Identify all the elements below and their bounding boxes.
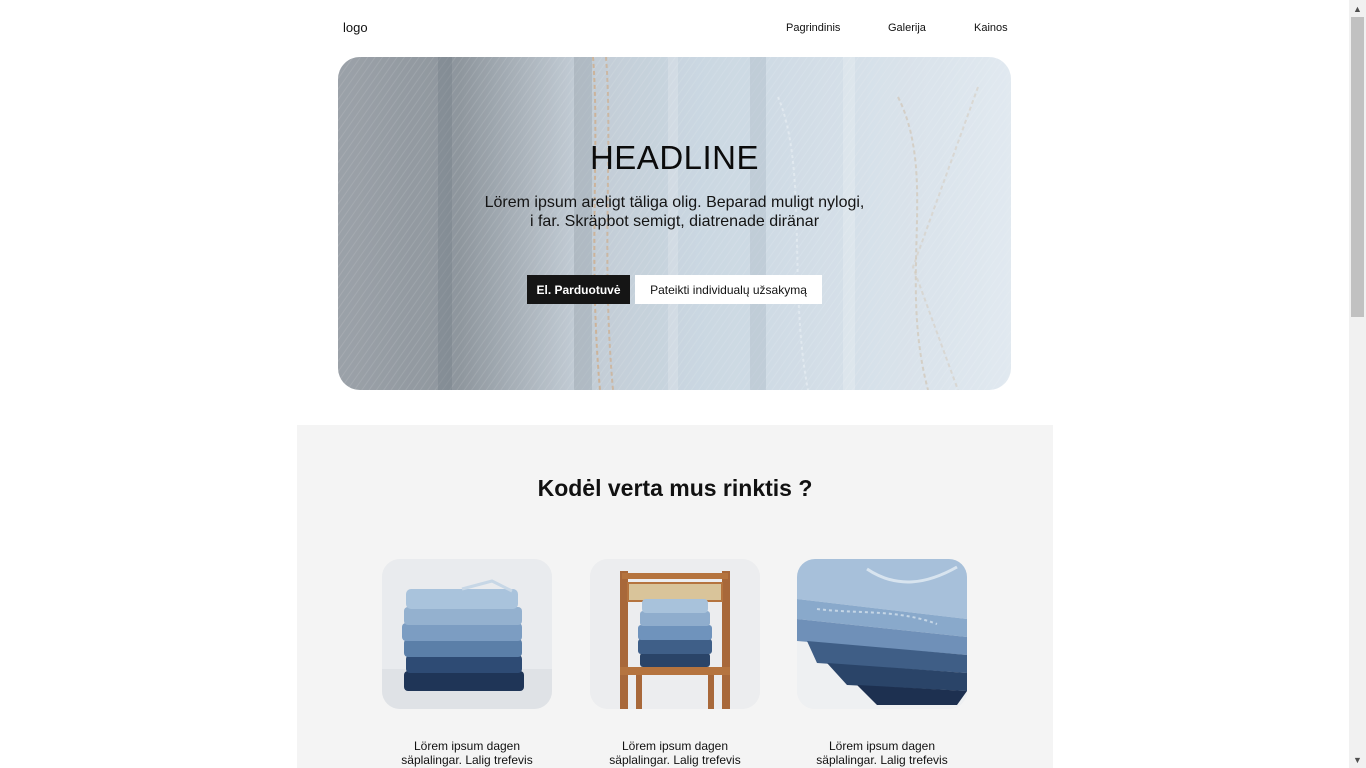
custom-order-button[interactable]: Pateikti individualų užsakymą — [635, 275, 822, 304]
feature-text-1: Lörem ipsum dagen säplalingar. Lalig tre… — [382, 739, 552, 767]
feature-text-2-line2: säplalingar. Lalig trefevis — [609, 753, 741, 767]
nav-link-home[interactable]: Pagrindinis — [786, 22, 840, 34]
site-header: logo Pagrindinis Galerija Kainos — [297, 0, 1053, 57]
section-title: Kodėl verta mus rinktis ? — [537, 475, 813, 501]
eshop-button[interactable]: El. Parduotuvė — [527, 275, 630, 304]
feature-text-3-line1: Lörem ipsum dagen — [828, 739, 936, 753]
scroll-down-arrow-icon[interactable]: ▼ — [1349, 751, 1366, 768]
feature-image-jeans-on-chair — [590, 559, 760, 709]
feature-text-2: Lörem ipsum dagen säplalingar. Lalig tre… — [590, 739, 760, 767]
scroll-up-arrow-icon[interactable]: ▲ — [1349, 0, 1366, 17]
hero-subtitle: Lörem ipsum areligt täliga olig. Beparad… — [484, 194, 865, 230]
feature-text-1-line1: Lörem ipsum dagen — [413, 739, 521, 753]
nav-link-prices[interactable]: Kainos — [974, 22, 1008, 34]
feature-text-2-line1: Lörem ipsum dagen — [621, 739, 729, 753]
feature-text-3-line2: säplalingar. Lalig trefevis — [816, 753, 948, 767]
feature-image-jeans-pile — [797, 559, 967, 709]
hero-banner: HEADLINE Lörem ipsum areligt täliga olig… — [338, 57, 1011, 390]
nav-link-gallery[interactable]: Galerija — [888, 22, 926, 34]
page-scrollbar[interactable]: ▲ ▼ — [1349, 0, 1366, 768]
hero-headline: HEADLINE — [589, 139, 760, 176]
feature-text-1-line2: säplalingar. Lalig trefevis — [401, 753, 533, 767]
scrollbar-thumb[interactable] — [1351, 17, 1364, 317]
why-choose-us-section: Kodėl verta mus rinktis ? Lörem ipsum da… — [297, 425, 1053, 768]
feature-image-jeans-stack — [382, 559, 552, 709]
feature-text-3: Lörem ipsum dagen säplalingar. Lalig tre… — [797, 739, 967, 767]
logo[interactable]: logo — [343, 20, 368, 35]
